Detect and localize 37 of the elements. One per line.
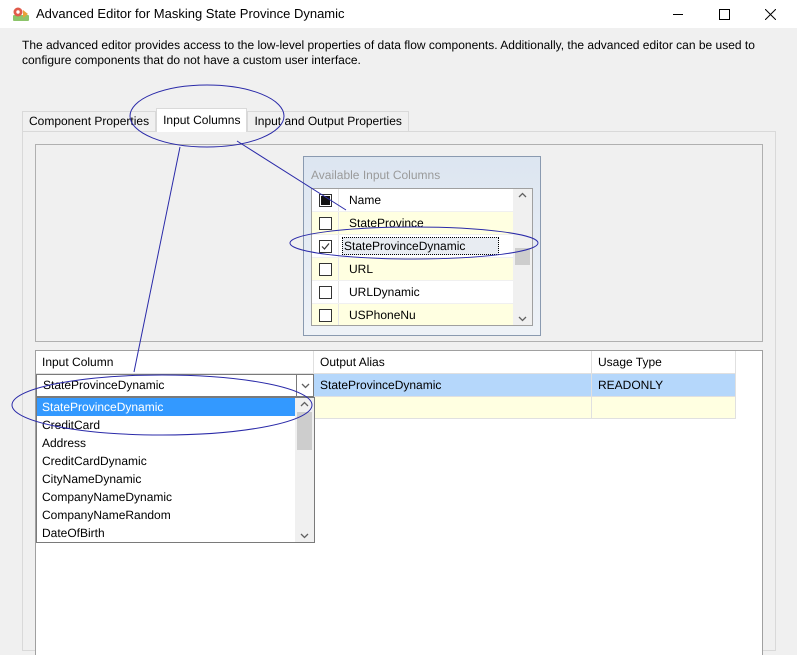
new-row-cell[interactable] — [592, 397, 736, 419]
maximize-icon — [718, 8, 730, 20]
checkbox[interactable] — [318, 286, 332, 298]
scrollbar[interactable] — [295, 398, 314, 542]
checkbox[interactable] — [318, 308, 332, 322]
tab[interactable]: Input and Output Properties — [247, 111, 409, 131]
description-text: The advanced editor provides access to the low-level properties of data flow components. Additionally, the advanced editor can be used to configure components that do not have a custom user interface. — [22, 38, 756, 68]
dropdown-option[interactable]: CreditCardDynamic — [37, 452, 295, 470]
app-icon — [12, 6, 30, 22]
scroll-thumb[interactable] — [297, 412, 312, 450]
list-item[interactable]: URL — [348, 261, 374, 277]
scroll-down-icon[interactable] — [300, 533, 309, 539]
list-item[interactable]: StateProvinceDynamic — [342, 237, 499, 255]
scroll-down-icon[interactable] — [518, 316, 527, 322]
list-item[interactable]: URLDynamic — [348, 284, 421, 300]
tab[interactable]: Input Columns — [156, 108, 248, 132]
close-icon — [764, 8, 776, 20]
dropdown-option[interactable]: DateOfBirth — [37, 524, 295, 542]
dropdown-option[interactable]: CompanyNameRandom — [37, 506, 295, 524]
dropdown-option[interactable]: CityNameDynamic — [37, 470, 295, 488]
scroll-up-icon[interactable] — [518, 192, 527, 198]
window-title: Advanced Editor for Masking State Province Dynamic — [36, 5, 345, 24]
dropdown-option[interactable]: CompanyNameDynamic — [37, 488, 295, 506]
table-cell: StateProvinceDynamic — [314, 374, 592, 397]
checkbox[interactable] — [318, 262, 332, 276]
scrollbar[interactable] — [513, 189, 532, 325]
dropdown-option[interactable]: Address — [37, 434, 295, 452]
scroll-thumb[interactable] — [515, 248, 530, 265]
dropdown-field[interactable]: StateProvinceDynamic — [36, 374, 314, 397]
panel-title: Available Input Columns — [311, 168, 442, 182]
column-header: Name — [348, 192, 382, 208]
scroll-up-icon[interactable] — [300, 401, 309, 407]
checkbox[interactable] — [318, 194, 332, 206]
checkbox[interactable] — [318, 216, 332, 230]
new-row-cell[interactable] — [314, 397, 592, 419]
table-cell: READONLY — [592, 374, 736, 397]
checkbox[interactable] — [318, 240, 332, 252]
